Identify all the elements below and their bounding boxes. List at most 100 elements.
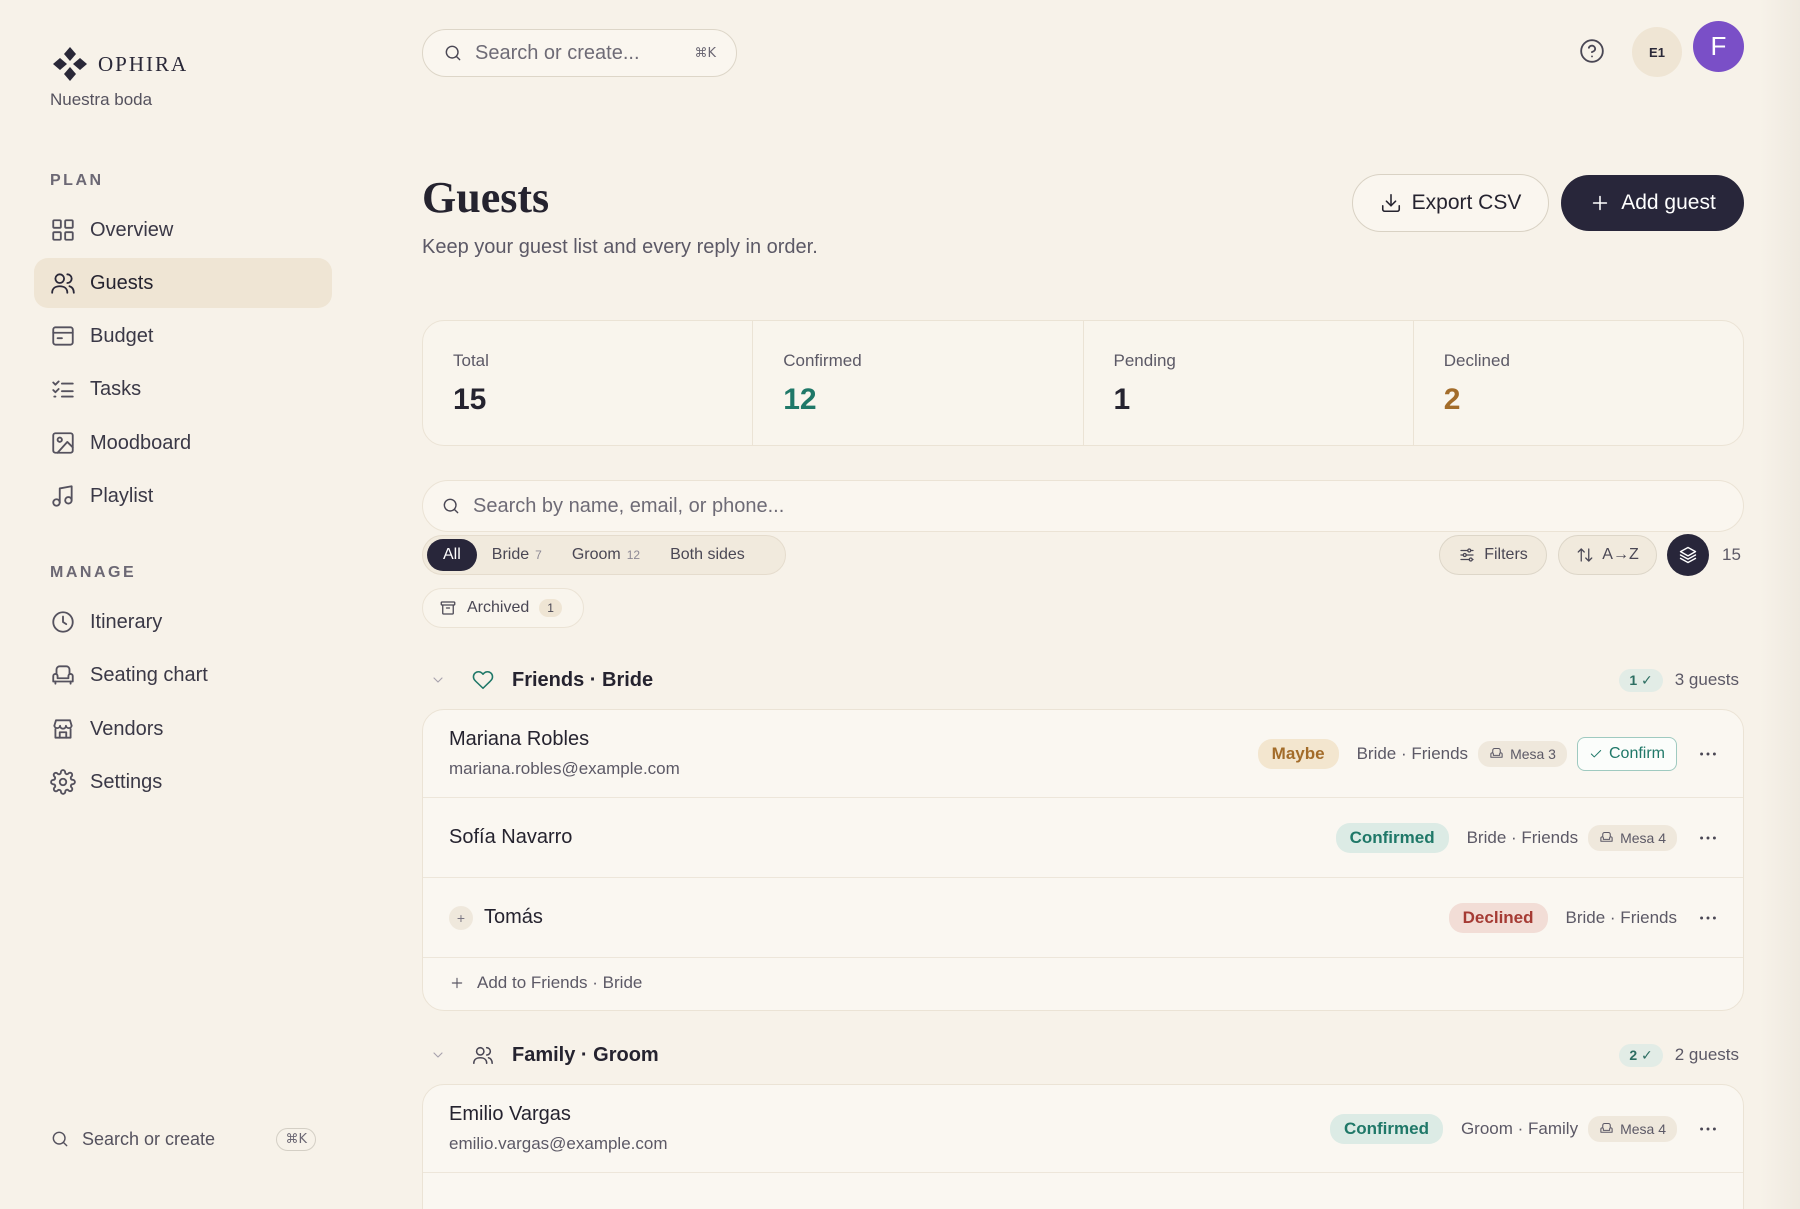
export-csv-button[interactable]: Export CSV xyxy=(1352,174,1549,232)
sidebar-item-itinerary[interactable]: Itinerary xyxy=(34,597,332,647)
brand[interactable]: OPHIRA xyxy=(50,44,188,84)
more-options-icon[interactable] xyxy=(1697,1118,1719,1140)
segment-count: 7 xyxy=(535,548,542,562)
sort-label: A→Z xyxy=(1602,546,1639,563)
stat-value: 12 xyxy=(783,383,817,416)
sidebar-item-label: Tasks xyxy=(90,377,142,400)
table-label: Mesa 4 xyxy=(1620,1120,1666,1137)
segment-all[interactable]: All xyxy=(427,539,477,571)
stat-value: 2 xyxy=(1443,383,1461,416)
group-card-friends-bride: Mariana Robles mariana.robles@example.co… xyxy=(422,709,1744,1011)
gear-icon xyxy=(50,769,76,795)
nav-section-manage: MANAGE xyxy=(50,564,137,581)
sidebar-item-budget[interactable]: Budget xyxy=(34,311,332,361)
stat-label: Total xyxy=(453,351,489,370)
users-icon xyxy=(473,1046,493,1065)
page-edge-shadow xyxy=(1760,0,1800,1209)
table-row[interactable] xyxy=(423,1173,1743,1209)
guest-name: Emilio Vargas xyxy=(449,1103,571,1125)
sidebar-item-moodboard[interactable]: Moodboard xyxy=(34,418,332,468)
add-guest-button[interactable]: Add guest xyxy=(1561,175,1744,231)
sidebar-item-settings[interactable]: Settings xyxy=(34,757,332,807)
export-csv-label: Export CSV xyxy=(1411,191,1522,214)
heart-icon xyxy=(472,670,494,690)
archived-filter-button[interactable]: Archived 1 xyxy=(422,588,584,628)
guest-tag: Groom · Family xyxy=(1460,1118,1579,1138)
more-options-icon[interactable] xyxy=(1697,827,1719,849)
table-row[interactable]: Emilio Vargas emilio.vargas@example.com … xyxy=(423,1085,1743,1173)
group-guest-count: 3 guests xyxy=(1674,670,1739,689)
table-row[interactable]: Mariana Robles mariana.robles@example.co… xyxy=(423,710,1743,798)
status-badge[interactable]: Declined xyxy=(1448,902,1548,933)
stat-value: 1 xyxy=(1113,383,1131,416)
status-badge[interactable]: Confirmed xyxy=(1329,1113,1443,1144)
status-badge[interactable]: Confirmed xyxy=(1335,822,1449,853)
stat-confirmed: Confirmed 12 xyxy=(752,321,1082,445)
sidebar-item-vendors[interactable]: Vendors xyxy=(34,704,332,754)
sidebar-item-playlist[interactable]: Playlist xyxy=(34,471,332,521)
brand-name: OPHIRA xyxy=(98,51,189,76)
clock-icon xyxy=(52,611,74,633)
sidebar-search-button[interactable]: Search or create ⌘K xyxy=(50,1126,316,1152)
sidebar-item-overview[interactable]: Overview xyxy=(34,205,332,255)
more-options-icon[interactable] xyxy=(1697,907,1719,929)
filters-button[interactable]: Filters xyxy=(1439,535,1547,575)
check-icon xyxy=(1590,749,1602,757)
group-title: Family · Groom xyxy=(512,1043,659,1066)
workspace-badge[interactable]: E1 xyxy=(1632,27,1682,77)
armchair-icon xyxy=(52,665,74,685)
confirm-button[interactable]: Confirm xyxy=(1576,736,1677,771)
segment-both-sides[interactable]: Both sides xyxy=(655,539,760,571)
confirm-label: Confirm xyxy=(1608,744,1665,762)
table-row[interactable]: + Tomás Declined Bride · Friends xyxy=(423,878,1743,958)
sidebar-item-seating-chart[interactable]: Seating chart xyxy=(34,650,332,700)
download-icon xyxy=(1381,193,1400,213)
chevron-down-icon[interactable] xyxy=(430,1047,446,1063)
wedding-name: Nuestra boda xyxy=(50,90,153,109)
group-header-friends-bride[interactable]: Friends · Bride 1 ✓ 3 guests xyxy=(422,662,1744,698)
search-icon xyxy=(445,45,461,61)
add-to-group-row[interactable]: Add to Friends · Bride xyxy=(423,958,1743,1008)
segment-groom[interactable]: Groom 12 xyxy=(557,539,655,571)
avatar[interactable]: F xyxy=(1693,21,1744,72)
group-view-toggle[interactable] xyxy=(1667,534,1709,576)
search-icon xyxy=(443,498,459,514)
wallet-icon xyxy=(52,326,74,346)
sidebar-item-label: Settings xyxy=(90,770,163,793)
sidebar-item-guests[interactable]: Guests xyxy=(34,258,332,308)
grid-icon xyxy=(52,219,74,241)
more-options-icon[interactable] xyxy=(1697,743,1719,765)
sidebar-item-label: Guests xyxy=(90,271,154,294)
sliders-icon xyxy=(1460,548,1474,562)
global-search-input[interactable]: Search or create... ⌘K xyxy=(422,29,737,77)
add-to-group-label: Add to Friends · Bride xyxy=(477,973,643,992)
checklist-icon xyxy=(52,380,74,398)
table-assignment-badge[interactable]: Mesa 4 xyxy=(1588,1115,1677,1142)
guest-search-input[interactable]: Search by name, email, or phone... xyxy=(422,480,1744,532)
group-card-family-groom: Emilio Vargas emilio.vargas@example.com … xyxy=(422,1084,1744,1209)
guest-tag: Bride · Friends xyxy=(1356,743,1469,763)
add-to-group-content: Add to Friends · Bride xyxy=(449,973,642,993)
plus-icon xyxy=(451,977,463,989)
segment-bride[interactable]: Bride 7 xyxy=(477,539,557,571)
group-guest-count: 2 guests xyxy=(1674,1045,1739,1064)
group-header-family-groom[interactable]: Family · Groom 2 ✓ 2 guests xyxy=(422,1037,1744,1073)
chevron-down-icon[interactable] xyxy=(430,672,446,688)
stat-label: Pending xyxy=(1113,351,1176,370)
help-icon[interactable] xyxy=(1579,38,1605,64)
archived-count: 1 xyxy=(539,599,562,617)
page-title: Guests xyxy=(422,173,550,222)
table-assignment-badge[interactable]: Mesa 3 xyxy=(1478,740,1567,767)
ophira-logo-icon xyxy=(53,47,87,81)
guest-name: Mariana Robles xyxy=(449,728,590,750)
search-icon xyxy=(52,1131,68,1147)
music-icon xyxy=(52,485,73,507)
sidebar-item-tasks[interactable]: Tasks xyxy=(34,364,332,414)
table-label: Mesa 3 xyxy=(1510,745,1556,762)
status-badge[interactable]: Maybe xyxy=(1257,738,1339,769)
nav-section-plan: PLAN xyxy=(50,172,104,189)
sort-button[interactable]: A→Z xyxy=(1558,535,1657,575)
table-assignment-badge[interactable]: Mesa 4 xyxy=(1588,824,1677,851)
table-row[interactable]: Sofía Navarro Confirmed Bride · Friends … xyxy=(423,798,1743,878)
page-subtitle: Keep your guest list and every reply in … xyxy=(422,236,818,258)
